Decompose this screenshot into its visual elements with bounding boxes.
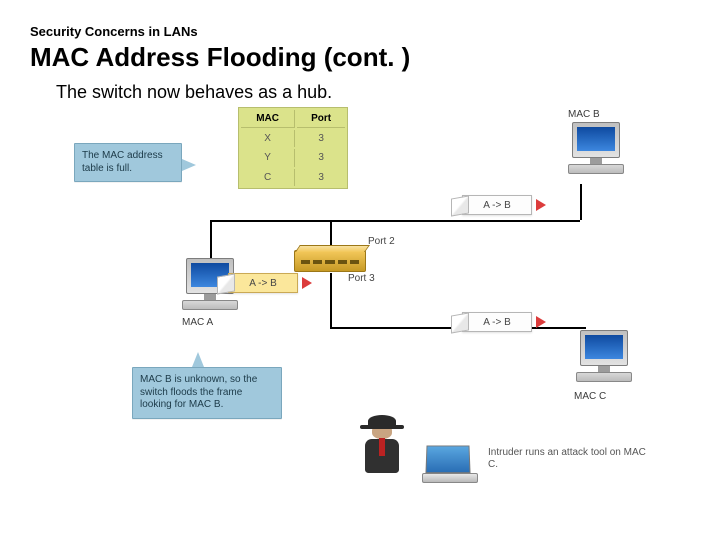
slide-topic: Security Concerns in LANs — [30, 24, 198, 39]
mac-header: MAC — [241, 110, 295, 128]
table-row: X 3 — [241, 130, 345, 147]
arrow-icon — [536, 316, 546, 328]
switch-icon — [294, 250, 366, 272]
frame-flooded-bottom: A -> B — [462, 312, 532, 332]
network-link — [330, 273, 332, 329]
callout-pointer-icon — [192, 352, 204, 367]
frame-origin: A -> B — [228, 273, 298, 293]
mac-address-table: MAC Port X 3 Y 3 C 3 — [238, 107, 348, 189]
table-row: Y 3 — [241, 149, 345, 166]
slide-subtitle: The switch now behaves as a hub. — [56, 82, 332, 103]
pc-b-icon — [562, 122, 630, 174]
callout-flooding: MAC B is unknown, so the switch floods t… — [132, 367, 282, 419]
port-header: Port — [297, 110, 345, 128]
network-link — [210, 220, 580, 222]
port-2-label: Port 2 — [368, 236, 395, 247]
arrow-icon — [536, 199, 546, 211]
network-link — [580, 184, 582, 220]
arrow-icon — [302, 277, 312, 289]
pc-a-label: MAC A — [182, 317, 213, 328]
network-link — [210, 220, 212, 258]
table-row: C 3 — [241, 169, 345, 186]
intruder-caption: Intruder runs an attack tool on MAC C. — [488, 447, 650, 471]
laptop-icon — [422, 445, 478, 485]
callout-table-full: The MAC address table is full. — [74, 143, 182, 182]
callout-pointer-icon — [182, 159, 196, 171]
slide-title: MAC Address Flooding (cont. ) — [30, 42, 410, 73]
intruder-icon — [352, 415, 412, 483]
network-diagram: MAC Port X 3 Y 3 C 3 The MAC address tab… — [70, 105, 650, 505]
port-3-label: Port 3 — [348, 273, 375, 284]
pc-b-label: MAC B — [568, 109, 600, 120]
frame-flooded-top: A -> B — [462, 195, 532, 215]
pc-c-label: MAC C — [574, 391, 606, 402]
pc-c-icon — [570, 330, 638, 382]
